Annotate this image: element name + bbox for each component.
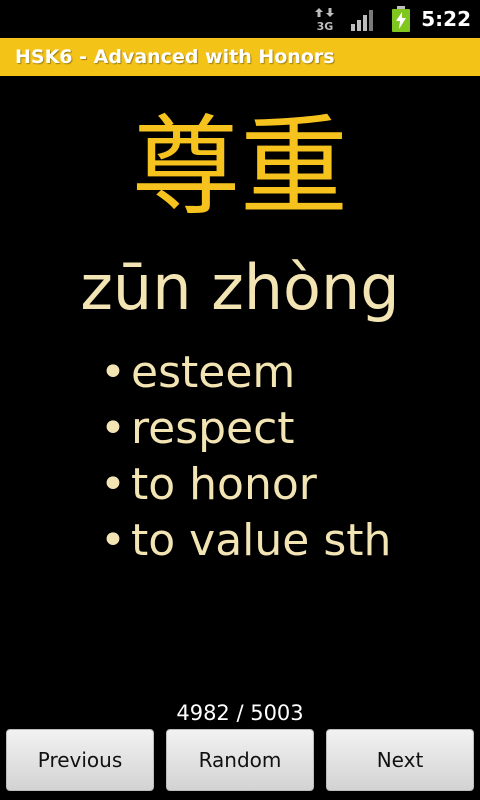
app-title: HSK6 - Advanced with Honors — [15, 46, 335, 68]
bullet-icon: • — [100, 459, 126, 510]
definition-item: • respect — [100, 401, 391, 457]
next-button[interactable]: Next — [326, 729, 474, 791]
status-time: 5:22 — [421, 7, 471, 31]
definition-item: • esteem — [100, 345, 391, 401]
previous-button[interactable]: Previous — [6, 729, 154, 791]
random-button[interactable]: Random — [166, 729, 314, 791]
definition-text: esteem — [131, 347, 296, 398]
definition-text: respect — [131, 403, 295, 454]
bullet-icon: • — [100, 347, 126, 398]
definition-list: • esteem • respect • to honor • to value sth — [100, 345, 391, 569]
definition-item: • to value sth — [100, 513, 391, 569]
bullet-icon: • — [100, 515, 126, 566]
definition-item: • to honor — [100, 457, 391, 513]
definition-text: to value sth — [131, 515, 392, 566]
definition-text: to honor — [131, 459, 317, 510]
data-transfer-icon: 3G — [315, 8, 334, 31]
title-bar: HSK6 - Advanced with Honors — [0, 38, 480, 76]
pinyin-reading: zūn zhòng — [80, 251, 400, 324]
status-bar: 3G 5:22 — [0, 0, 480, 38]
network-type-label: 3G — [317, 20, 334, 31]
card-counter: 4982 / 5003 — [176, 701, 304, 725]
signal-strength-icon — [351, 10, 373, 31]
hanzi-character: 尊重 — [131, 105, 348, 230]
battery-charging-icon — [392, 6, 410, 32]
bullet-icon: • — [100, 403, 126, 454]
